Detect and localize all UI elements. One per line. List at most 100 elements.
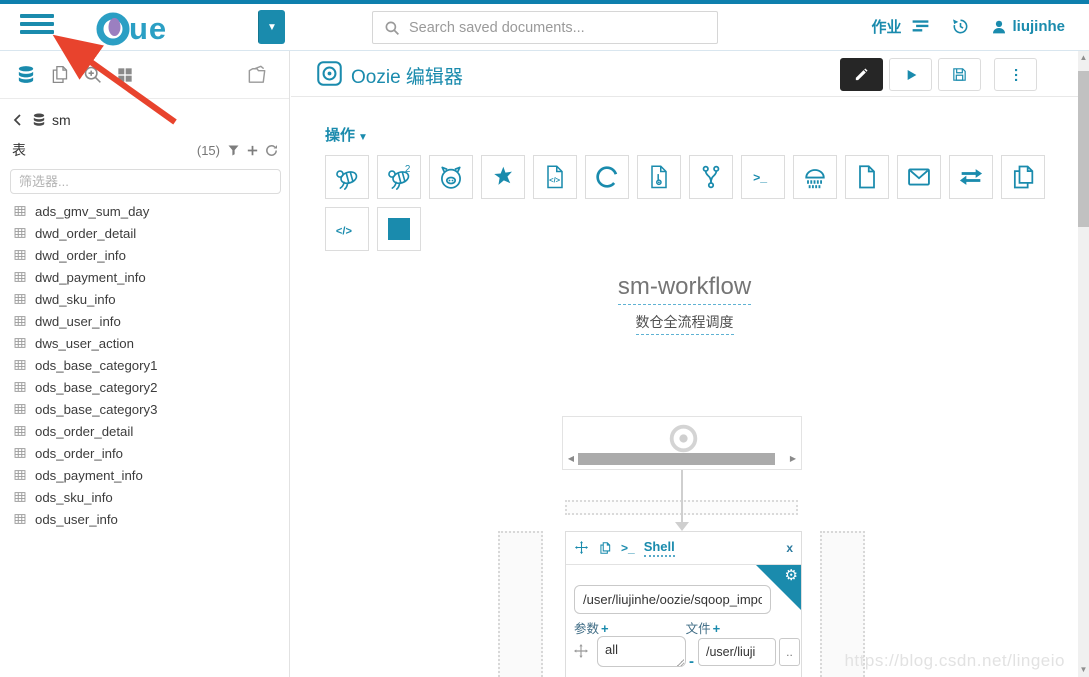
- navbar-right: 作业 liujinhe: [871, 16, 1065, 37]
- edit-button[interactable]: [840, 58, 883, 91]
- database-name[interactable]: sm: [52, 112, 71, 128]
- zoom-in-icon[interactable]: [82, 64, 103, 85]
- node-horizontal-scrollbar[interactable]: ◀ ▶: [566, 452, 798, 465]
- workflow-name[interactable]: sm-workflow: [617, 273, 752, 305]
- kill-icon: [388, 218, 410, 240]
- drag-handle-icon[interactable]: [573, 643, 589, 659]
- table-list-item[interactable]: dwd_order_info: [0, 244, 289, 266]
- action-icons-row2: </>: [325, 207, 421, 251]
- page-scrollbar-thumb[interactable]: [1078, 71, 1089, 227]
- query-dropdown-caret[interactable]: ▼: [258, 10, 285, 44]
- table-filter: [10, 169, 281, 194]
- table-filter-input[interactable]: [10, 169, 281, 194]
- more-actions-button[interactable]: [994, 58, 1037, 91]
- table-list-item[interactable]: ods_order_info: [0, 442, 289, 464]
- shell-node[interactable]: >_ Shell x ⚙ 参数+ 文件+ all - ..: [565, 531, 802, 677]
- action-hive[interactable]: [325, 155, 369, 199]
- table-list-item[interactable]: dwd_sku_info: [0, 288, 289, 310]
- scroll-down-icon[interactable]: ▼: [1078, 663, 1089, 677]
- add-param-button[interactable]: +: [601, 621, 609, 636]
- file-browse-button[interactable]: ..: [779, 638, 800, 666]
- apps-grid-icon[interactable]: [115, 65, 135, 85]
- action-generic[interactable]: </>: [325, 207, 369, 251]
- copy-node-icon[interactable]: [598, 541, 612, 555]
- spark-icon: [494, 166, 512, 185]
- file-value-input[interactable]: [698, 638, 776, 666]
- action-pig[interactable]: [429, 155, 473, 199]
- scroll-up-icon[interactable]: ▲: [1078, 51, 1089, 65]
- back-chevron-icon[interactable]: [10, 112, 26, 128]
- add-file-button[interactable]: +: [713, 621, 721, 636]
- scroll-right-icon[interactable]: ▶: [788, 454, 798, 463]
- hue-logo[interactable]: ue: [95, 10, 167, 46]
- save-button[interactable]: [938, 58, 981, 91]
- shell-node-body: ⚙ 参数+ 文件+ all - ..: [566, 564, 801, 677]
- databases-icon[interactable]: [15, 64, 37, 86]
- generic-icon: </>: [336, 225, 353, 237]
- editor-main: Oozie 编辑器 操作 ▼ 2 </> >_ </> sm-workflow …: [291, 51, 1078, 677]
- script-path-input[interactable]: [574, 585, 771, 614]
- move-icon[interactable]: [574, 540, 589, 555]
- run-button[interactable]: [889, 58, 932, 91]
- jobs-link[interactable]: 作业: [871, 16, 901, 37]
- action-email[interactable]: [897, 155, 941, 199]
- params-label: 参数 +: [574, 621, 609, 636]
- table-list-item[interactable]: ods_payment_info: [0, 464, 289, 486]
- refresh-icon[interactable]: [264, 143, 279, 158]
- filter-funnel-icon[interactable]: [226, 143, 241, 158]
- action-distcp[interactable]: [949, 155, 993, 199]
- page-scrollbar[interactable]: ▲ ▼: [1078, 51, 1089, 677]
- scroll-left-icon[interactable]: ◀: [566, 454, 576, 463]
- action-java[interactable]: </>: [533, 155, 577, 199]
- username[interactable]: liujinhe: [1013, 18, 1066, 35]
- table-list-item[interactable]: ods_base_category1: [0, 354, 289, 376]
- add-table-icon[interactable]: [245, 143, 260, 158]
- param-value-input[interactable]: all: [597, 636, 686, 667]
- files-label: 文件 +: [685, 621, 721, 636]
- action-mapreduce[interactable]: [793, 155, 837, 199]
- table-list-item[interactable]: dwd_order_detail: [0, 222, 289, 244]
- workflow-description[interactable]: 数仓全流程调度: [635, 312, 734, 335]
- watermark: https://blog.csdn.net/lingeio: [844, 651, 1065, 670]
- table-list-item[interactable]: ods_user_info: [0, 508, 289, 530]
- table-list-item[interactable]: ods_base_category3: [0, 398, 289, 420]
- java-icon: </>: [547, 165, 563, 189]
- action-spark[interactable]: [481, 155, 525, 199]
- table-list-item[interactable]: ods_sku_info: [0, 486, 289, 508]
- database-icon: [33, 113, 45, 126]
- search-input[interactable]: [409, 19, 707, 36]
- table-list-item[interactable]: dwd_user_info: [0, 310, 289, 332]
- table-list-item[interactable]: dws_user_action: [0, 332, 289, 354]
- gear-icon[interactable]: ⚙: [785, 566, 798, 584]
- action-shell[interactable]: >_: [741, 155, 785, 199]
- query-split-button: 查询 ▼: [258, 10, 285, 44]
- jobs-icon[interactable]: [910, 16, 931, 37]
- action-document[interactable]: [845, 155, 889, 199]
- action-hive2[interactable]: 2: [377, 155, 421, 199]
- actions-dropdown[interactable]: 操作 ▼: [325, 124, 368, 145]
- hive2-icon: 2: [388, 164, 411, 190]
- user-icon[interactable]: [990, 18, 1008, 36]
- table-list-item[interactable]: dwd_payment_info: [0, 266, 289, 288]
- hamburger-menu-icon[interactable]: [20, 14, 54, 40]
- history-icon[interactable]: [951, 17, 970, 36]
- scrollbar-thumb[interactable]: [578, 452, 775, 465]
- action-subworkflow[interactable]: [1001, 155, 1045, 199]
- table-list-item[interactable]: ods_order_detail: [0, 420, 289, 442]
- remove-file-button[interactable]: -: [689, 653, 694, 670]
- action-kill[interactable]: [377, 207, 421, 251]
- table-list-item[interactable]: ods_base_category2: [0, 376, 289, 398]
- email-icon: [908, 168, 930, 186]
- workflow-start-node[interactable]: ◀ ▶: [562, 416, 802, 470]
- tablegrid-icon: [14, 492, 26, 502]
- table-list-item[interactable]: ads_gmv_sum_day: [0, 200, 289, 222]
- documents-icon[interactable]: [49, 64, 70, 85]
- drop-zone-left[interactable]: [498, 531, 543, 677]
- close-node-icon[interactable]: x: [786, 541, 793, 555]
- shell-node-label[interactable]: Shell: [643, 539, 675, 557]
- breadcrumb: sm: [0, 99, 289, 128]
- action-sqoop[interactable]: [585, 155, 629, 199]
- action-hdfs-fs[interactable]: [637, 155, 681, 199]
- action-fork[interactable]: [689, 155, 733, 199]
- folder-documents-icon[interactable]: [246, 63, 269, 86]
